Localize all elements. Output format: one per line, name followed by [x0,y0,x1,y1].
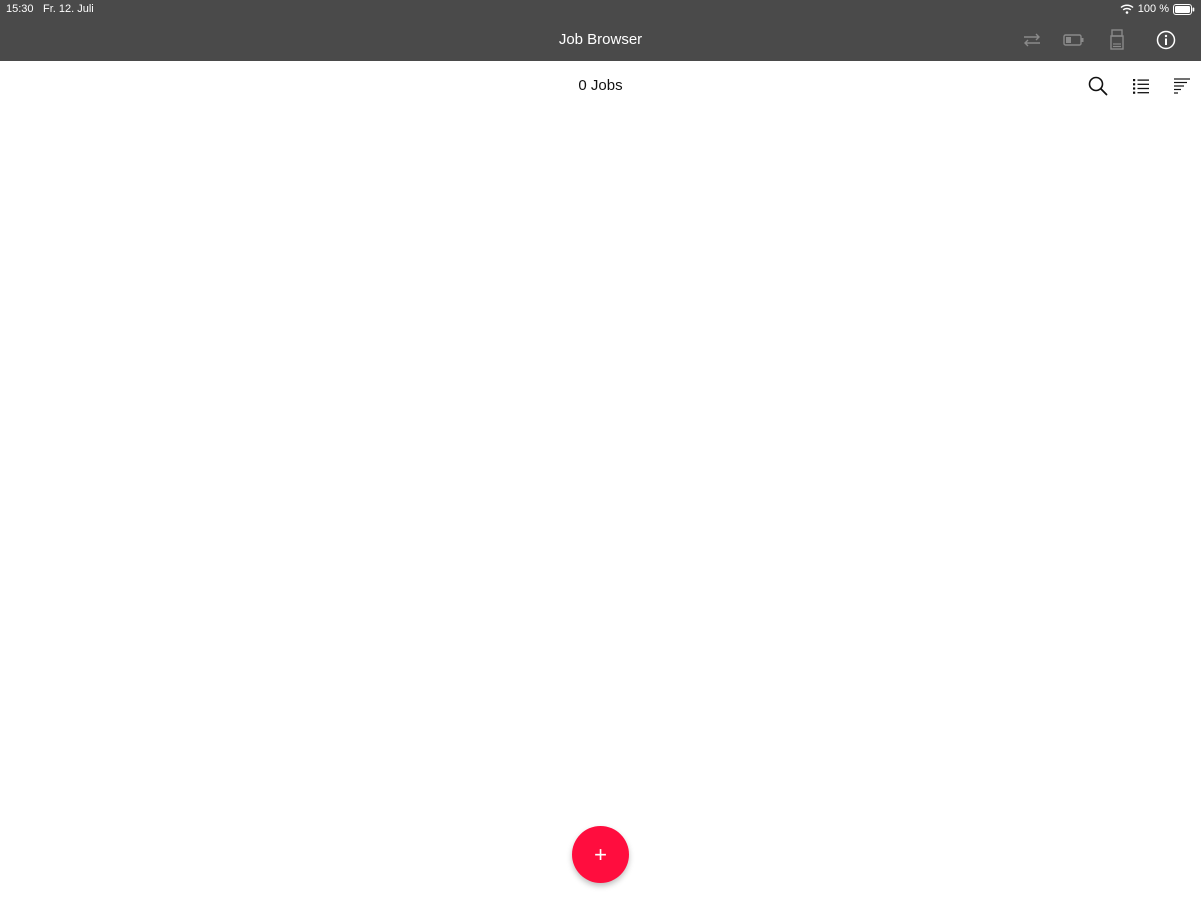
plus-icon: + [594,841,607,867]
status-time: 15:30 [6,3,34,15]
top-navigation-bar: 15:30 Fr. 12. Juli 100 % Job Browser [0,0,1201,61]
wifi-icon [1120,4,1134,14]
add-job-button[interactable]: + [572,826,629,883]
list-view-icon[interactable] [1129,74,1153,98]
sort-icon[interactable] [1170,74,1194,98]
job-list [0,111,1201,900]
battery-full-icon [1173,3,1195,15]
battery-device-icon[interactable] [1062,28,1086,52]
sync-icon[interactable] [1020,28,1044,52]
info-icon[interactable] [1154,28,1178,52]
job-count: 0 Jobs [578,77,623,94]
job-list-header: 0 Jobs [0,61,1201,111]
status-indicators: 100 % [1120,2,1195,16]
search-icon[interactable] [1086,74,1110,98]
printer-device-icon[interactable] [1105,28,1129,52]
battery-percentage: 100 % [1137,3,1169,15]
status-date: Fr. 12. Juli [43,3,94,15]
